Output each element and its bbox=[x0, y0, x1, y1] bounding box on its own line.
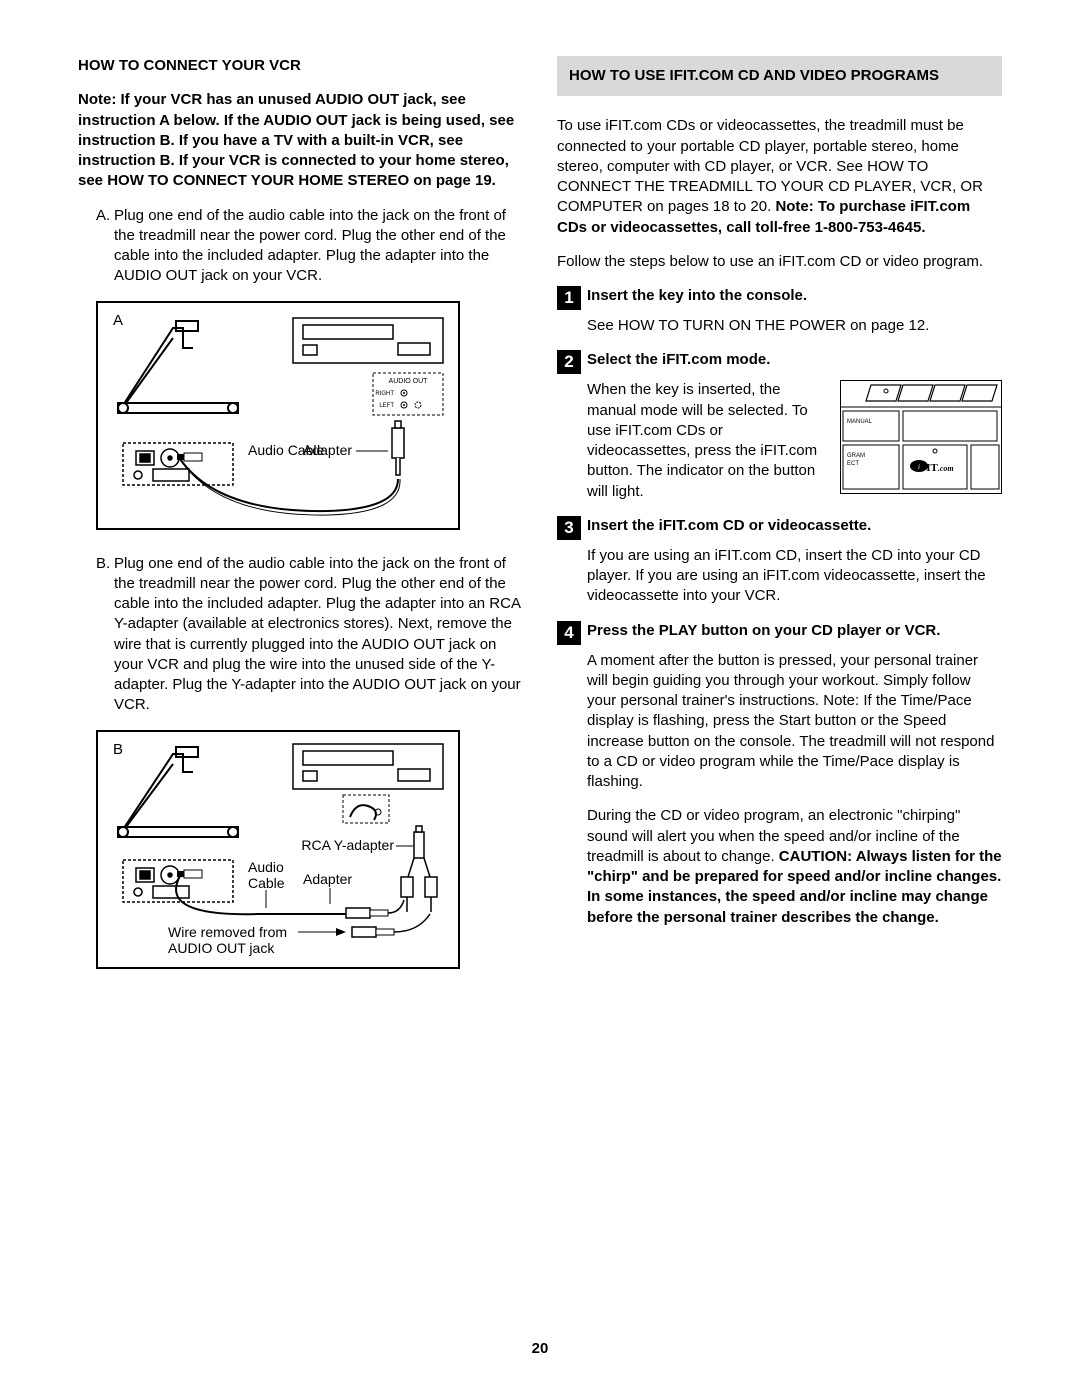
left-note: Note: If your VCR has an unused AUDIO OU… bbox=[78, 90, 523, 191]
instruction-a: A. Plug one end of the audio cable into … bbox=[96, 206, 523, 287]
step-2-body-wrap: When the key is inserted, the manual mod… bbox=[587, 380, 1002, 502]
right-intro-1: To use iFIT.com CDs or videocassettes, t… bbox=[557, 116, 1002, 238]
step-4: 4 Press the PLAY button on your CD playe… bbox=[557, 621, 1002, 645]
step-2-title: Select the iFIT.com mode. bbox=[587, 350, 770, 374]
svg-text:RCA Y-adapter: RCA Y-adapter bbox=[301, 837, 394, 853]
svg-text:MANUAL: MANUAL bbox=[847, 419, 873, 425]
svg-text:Adapter: Adapter bbox=[303, 442, 352, 458]
step-1-num: 1 bbox=[557, 286, 581, 310]
svg-text:Wire removed from: Wire removed from bbox=[168, 924, 287, 940]
instruction-b-text: Plug one end of the audio cable into the… bbox=[114, 554, 523, 716]
instruction-b-label: B. bbox=[96, 554, 114, 716]
step-1-title: Insert the key into the console. bbox=[587, 286, 807, 310]
step-1: 1 Insert the key into the console. bbox=[557, 286, 1002, 310]
svg-text:ECT: ECT bbox=[847, 461, 859, 467]
right-column: HOW TO USE IFIT.COM CD AND VIDEO PROGRAM… bbox=[557, 56, 1002, 993]
page-number: 20 bbox=[0, 1339, 1080, 1359]
svg-text:AUDIO OUT jack: AUDIO OUT jack bbox=[168, 940, 275, 956]
svg-text:AUDIO OUT: AUDIO OUT bbox=[389, 378, 429, 385]
diagram-b-label: B bbox=[113, 741, 123, 758]
svg-text:Audio: Audio bbox=[248, 859, 284, 875]
console-diagram: MANUAL GRAM ECT iFIT.com i bbox=[840, 380, 1002, 494]
svg-text:i: i bbox=[918, 463, 920, 471]
diagram-a: A bbox=[96, 301, 460, 530]
svg-text:GRAM: GRAM bbox=[847, 453, 865, 459]
step-4-title: Press the PLAY button on your CD player … bbox=[587, 621, 940, 645]
right-title: HOW TO USE IFIT.COM CD AND VIDEO PROGRAM… bbox=[557, 56, 1002, 96]
step-2: 2 Select the iFIT.com mode. bbox=[557, 350, 1002, 374]
step-2-body: When the key is inserted, the manual mod… bbox=[587, 380, 828, 502]
step-3-title: Insert the iFIT.com CD or videocassette. bbox=[587, 516, 871, 540]
step-2-num: 2 bbox=[557, 350, 581, 374]
instruction-a-text: Plug one end of the audio cable into the… bbox=[114, 206, 523, 287]
two-column-layout: HOW TO CONNECT YOUR VCR Note: If your VC… bbox=[78, 56, 1002, 993]
left-column: HOW TO CONNECT YOUR VCR Note: If your VC… bbox=[78, 56, 523, 993]
svg-text:Adapter: Adapter bbox=[303, 871, 352, 887]
step-3-body: If you are using an iFIT.com CD, insert … bbox=[587, 546, 1002, 607]
step-4-body2: During the CD or video program, an elect… bbox=[587, 806, 1002, 928]
step-3-num: 3 bbox=[557, 516, 581, 540]
instruction-b: B. Plug one end of the audio cable into … bbox=[96, 554, 523, 716]
svg-text:LEFT: LEFT bbox=[379, 403, 394, 409]
svg-text:RIGHT: RIGHT bbox=[375, 391, 394, 397]
page: HOW TO CONNECT YOUR VCR Note: If your VC… bbox=[0, 0, 1080, 1397]
step-4-body1: A moment after the button is pressed, yo… bbox=[587, 651, 1002, 793]
diagram-a-label: A bbox=[113, 312, 123, 329]
instruction-list-b: B. Plug one end of the audio cable into … bbox=[96, 554, 523, 716]
instruction-a-label: A. bbox=[96, 206, 114, 287]
step-3: 3 Insert the iFIT.com CD or videocassett… bbox=[557, 516, 1002, 540]
svg-text:Cable: Cable bbox=[248, 875, 285, 891]
step-1-body: See HOW TO TURN ON THE POWER on page 12. bbox=[587, 316, 1002, 336]
step-4-num: 4 bbox=[557, 621, 581, 645]
diagram-b: B bbox=[96, 730, 460, 969]
instruction-list: A. Plug one end of the audio cable into … bbox=[96, 206, 523, 287]
left-title: HOW TO CONNECT YOUR VCR bbox=[78, 56, 523, 76]
right-intro-2: Follow the steps below to use an iFIT.co… bbox=[557, 252, 1002, 272]
